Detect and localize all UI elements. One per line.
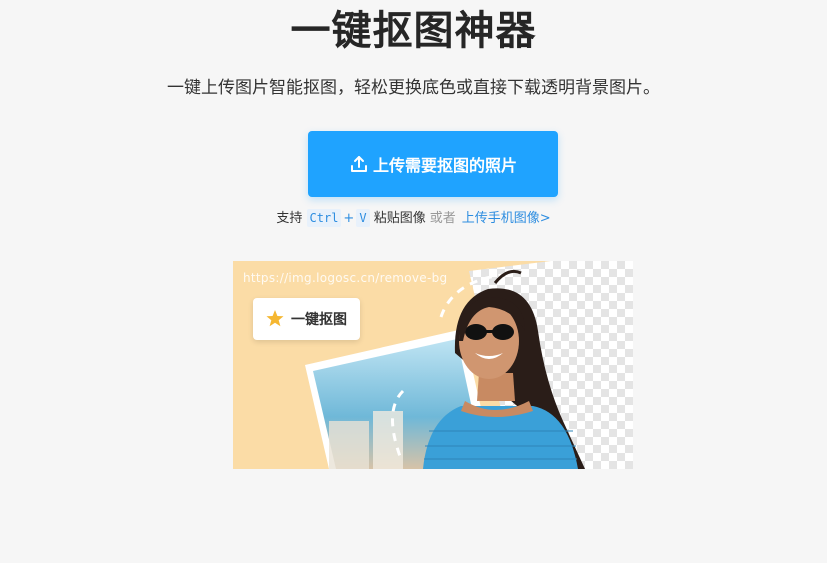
demo-image: https://img.logosc.cn/remove-bg 一键抠图 — [233, 261, 633, 469]
upload-button-label: 上传需要抠图的照片 — [372, 156, 517, 175]
upload-mobile-link[interactable]: 上传手机图像> — [462, 211, 551, 226]
page-title: 一键抠图神器 — [290, 8, 537, 54]
demo-illustration — [305, 261, 633, 469]
demo-badge-label: 一键抠图 — [291, 312, 347, 328]
magic-wand-icon — [266, 310, 284, 327]
paste-text: 粘贴图像 — [373, 211, 426, 226]
kbd-v: V — [356, 209, 370, 227]
upload-photo-button[interactable]: 上传需要抠图的照片 — [308, 131, 558, 197]
kbd-ctrl: Ctrl — [306, 209, 342, 227]
upload-icon — [349, 154, 369, 174]
hint-prefix: 支持 — [276, 211, 303, 226]
or-text: 或者 — [429, 211, 456, 226]
page-subtitle: 一键上传图片智能抠图，轻松更换底色或直接下载透明背景图片。 — [167, 78, 660, 98]
kbd-plus: + — [343, 211, 355, 226]
paste-hint: 支持 Ctrl + V 粘贴图像 或者 上传手机图像> — [0, 208, 827, 230]
demo-url-text: https://img.logosc.cn/remove-bg — [243, 271, 448, 285]
demo-badge: 一键抠图 — [253, 298, 360, 340]
